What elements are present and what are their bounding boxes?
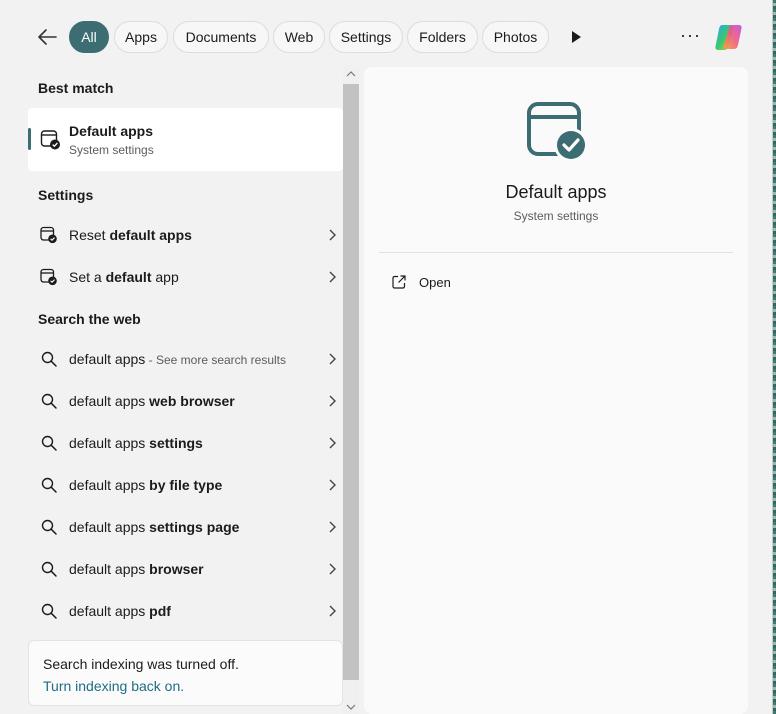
web-result-settings[interactable]: default apps settings [28, 422, 343, 464]
turn-indexing-on-link[interactable]: Turn indexing back on. [43, 678, 184, 694]
chevron-right-icon [329, 271, 336, 283]
settings-icon [40, 226, 57, 244]
search-icon [41, 435, 57, 451]
best-match-heading: Best match [38, 80, 114, 96]
best-match-subtitle: System settings [69, 143, 154, 157]
tab-settings[interactable]: Settings [329, 21, 403, 53]
web-result-web-browser[interactable]: default apps web browser [28, 380, 343, 422]
web-result-label: default apps settings page [69, 519, 240, 535]
chevron-right-icon [329, 353, 336, 365]
preview-title: Default apps [505, 182, 607, 202]
tab-documents[interactable]: Documents [173, 21, 269, 53]
settings-item-label: Set a default app [69, 269, 179, 285]
default-apps-icon [527, 102, 588, 162]
settings-heading: Settings [38, 187, 94, 203]
tab-apps[interactable]: Apps [114, 21, 168, 53]
tab-all[interactable]: All [69, 21, 109, 53]
scrollbar-thumb[interactable] [343, 84, 359, 680]
results-list: Best match Default apps System settings … [28, 70, 343, 714]
tab-folders[interactable]: Folders [407, 21, 478, 53]
indexing-notice-text: Search indexing was turned off. [43, 656, 239, 672]
web-result-label: default apps settings [69, 435, 203, 451]
search-icon [41, 393, 57, 409]
chevron-right-icon [329, 229, 336, 241]
settings-item-set-default-app[interactable]: Set a default app [28, 256, 343, 298]
web-result-label: default apps by file type [69, 477, 223, 493]
scroll-down-icon[interactable] [343, 700, 359, 714]
preview-subtitle: System settings [513, 209, 599, 223]
best-match-title: Default apps [69, 123, 154, 139]
web-result-default-apps[interactable]: default apps - See more search results [28, 338, 343, 380]
tab-photos[interactable]: Photos [482, 21, 549, 53]
settings-item-reset-default-apps[interactable]: Reset default apps [28, 214, 343, 256]
best-match-default-apps[interactable]: Default apps System settings [28, 108, 343, 171]
chevron-right-icon [329, 479, 336, 491]
web-result-label: default apps - See more search results [69, 351, 287, 367]
search-icon [41, 477, 57, 493]
divider [379, 252, 733, 253]
open-button[interactable]: Open [379, 265, 499, 299]
open-external-icon [392, 275, 406, 289]
search-icon [41, 519, 57, 535]
web-result-by-file-type[interactable]: default apps by file type [28, 464, 343, 506]
chevron-right-icon [329, 521, 336, 533]
web-result-label: default apps pdf [69, 603, 171, 619]
back-arrow-icon[interactable] [36, 26, 58, 48]
search-icon [41, 351, 57, 367]
play-icon[interactable] [568, 29, 584, 45]
tab-web[interactable]: Web [273, 21, 325, 53]
web-result-browser[interactable]: default apps browser [28, 548, 343, 590]
chevron-right-icon [329, 563, 336, 575]
more-icon[interactable]: ··· [680, 26, 700, 46]
chevron-right-icon [329, 605, 336, 617]
search-icon [41, 603, 57, 619]
web-result-label: default apps web browser [69, 393, 235, 409]
selection-indicator [28, 128, 31, 150]
web-result-label: default apps browser [69, 561, 204, 577]
search-web-heading: Search the web [38, 311, 141, 327]
indexing-notice: Search indexing was turned off. Turn ind… [28, 640, 343, 706]
chevron-right-icon [329, 395, 336, 407]
copilot-icon[interactable] [713, 21, 745, 53]
search-filter-bar: All Apps Documents Web Settings Folders … [0, 0, 772, 70]
search-icon [41, 561, 57, 577]
chevron-right-icon [329, 437, 336, 449]
web-result-pdf[interactable]: default apps pdf [28, 590, 343, 632]
settings-icon [40, 268, 57, 286]
open-label: Open [419, 275, 451, 290]
settings-item-label: Reset default apps [69, 227, 192, 243]
preview-panel: Default apps System settings Open [364, 67, 748, 714]
web-result-settings-page[interactable]: default apps settings page [28, 506, 343, 548]
default-apps-icon [40, 130, 60, 150]
scroll-up-icon[interactable] [343, 66, 359, 82]
